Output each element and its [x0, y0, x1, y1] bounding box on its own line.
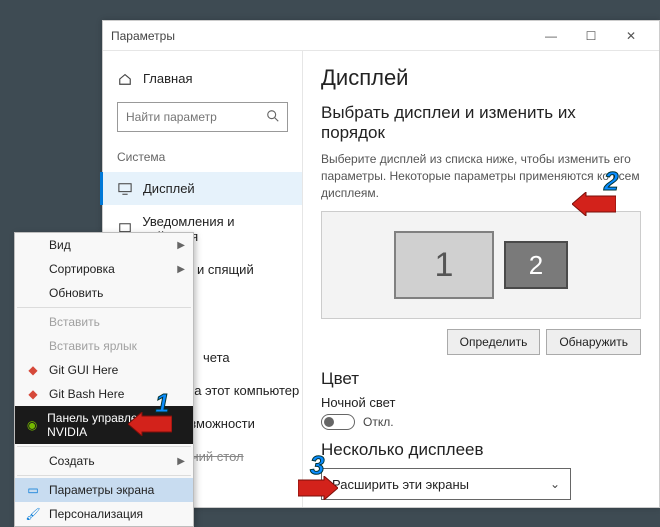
window-buttons: — ☐ ✕ [531, 21, 651, 51]
content-pane: Дисплей Выбрать дисплеи и изменить их по… [303, 51, 659, 507]
identify-button[interactable]: Определить [447, 329, 541, 355]
ctx-new[interactable]: Создать▶ [15, 449, 193, 473]
search-icon [266, 109, 280, 126]
chevron-right-icon: ▶ [177, 264, 185, 275]
search-input[interactable] [117, 102, 288, 132]
ctx-refresh[interactable]: Обновить [15, 281, 193, 305]
display-arrangement-box[interactable]: 1 2 [321, 211, 641, 319]
ctx-separator [17, 446, 191, 447]
desktop-context-menu: Вид▶ Сортировка▶ Обновить Вставить Встав… [14, 232, 194, 527]
night-light-label: Ночной свет [321, 395, 641, 410]
git-gui-icon: ◆ [25, 363, 41, 377]
dropdown-value: Расширить эти экраны [332, 477, 469, 492]
display-icon [117, 182, 133, 196]
multi-display-dropdown[interactable]: Расширить эти экраны ⌄ [321, 468, 571, 500]
sidebar-item-display[interactable]: Дисплей [103, 172, 302, 205]
chevron-down-icon: ⌄ [550, 477, 560, 491]
chevron-right-icon: ▶ [177, 456, 185, 467]
night-light-toggle[interactable]: Откл. [321, 414, 641, 430]
annotation-number-1: 1 [155, 388, 169, 419]
personalize-icon: 🖌 [25, 507, 41, 521]
ctx-paste-shortcut: Вставить ярлык [15, 334, 193, 358]
annotation-number-2: 2 [604, 166, 618, 197]
display-buttons-row: Определить Обнаружить [321, 329, 641, 355]
toggle-state-label: Откл. [363, 415, 394, 429]
minimize-button[interactable]: — [531, 21, 571, 51]
monitor-2[interactable]: 2 [504, 241, 568, 289]
toggle-thumb [324, 417, 334, 427]
titlebar: Параметры — ☐ ✕ [103, 21, 659, 51]
ctx-sort[interactable]: Сортировка▶ [15, 257, 193, 281]
ctx-separator [17, 475, 191, 476]
ctx-paste: Вставить [15, 310, 193, 334]
sidebar-section-label: Система [103, 146, 302, 172]
sidebar-item-label: Дисплей [143, 181, 195, 196]
monitor-1[interactable]: 1 [394, 231, 494, 299]
ctx-git-gui[interactable]: ◆Git GUI Here [15, 358, 193, 382]
window-title: Параметры [111, 29, 531, 43]
ctx-view[interactable]: Вид▶ [15, 233, 193, 257]
home-icon [117, 72, 133, 86]
nvidia-icon: ◉ [25, 418, 39, 432]
git-bash-icon: ◆ [25, 387, 41, 401]
ctx-personalization[interactable]: 🖌Персонализация [15, 502, 193, 526]
maximize-button[interactable]: ☐ [571, 21, 611, 51]
select-displays-heading: Выбрать дисплеи и изменить их порядок [321, 103, 641, 143]
sidebar-home-label: Главная [143, 71, 192, 86]
ctx-separator [17, 307, 191, 308]
ctx-display-settings[interactable]: ▭Параметры экрана [15, 478, 193, 502]
page-title: Дисплей [321, 65, 641, 91]
color-heading: Цвет [321, 369, 641, 389]
display-settings-icon: ▭ [25, 483, 41, 497]
multiple-displays-heading: Несколько дисплеев [321, 440, 641, 460]
close-button[interactable]: ✕ [611, 21, 651, 51]
annotation-number-3: 3 [310, 450, 324, 481]
chevron-right-icon: ▶ [177, 240, 185, 251]
toggle-track [321, 414, 355, 430]
search-row [117, 102, 288, 132]
sidebar-home[interactable]: Главная [103, 65, 302, 92]
detect-button[interactable]: Обнаружить [546, 329, 641, 355]
